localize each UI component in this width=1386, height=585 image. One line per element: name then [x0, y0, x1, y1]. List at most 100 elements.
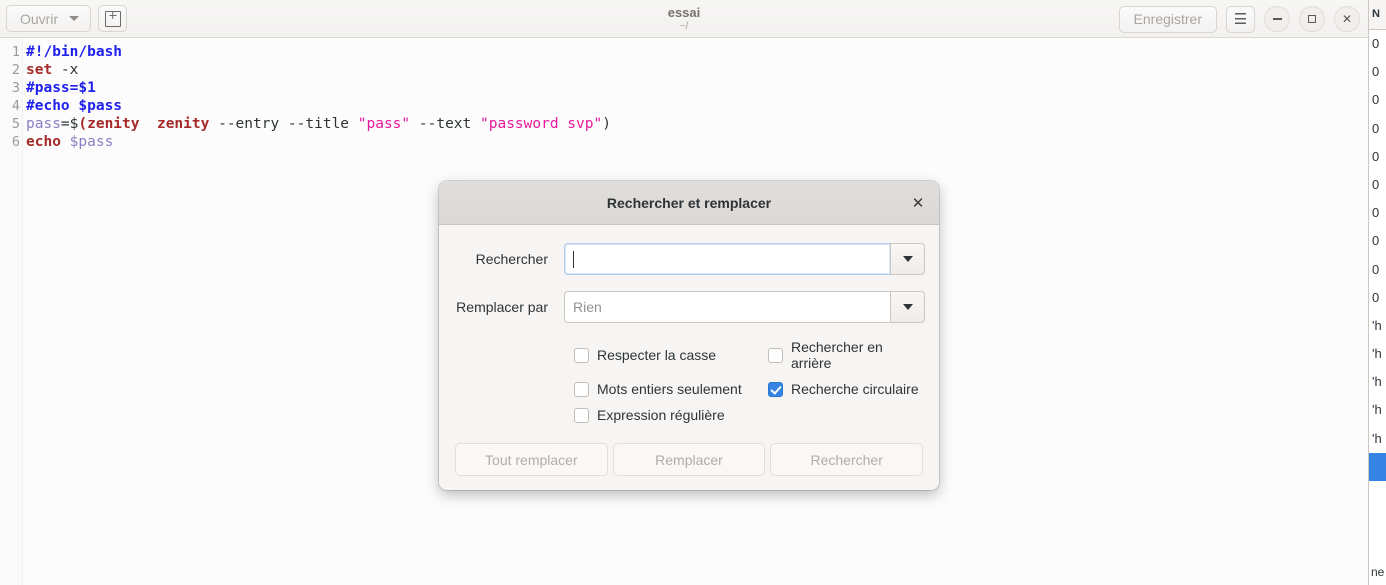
- code-token: "password svp": [480, 116, 603, 132]
- dialog-title: Rechercher et remplacer: [606, 194, 772, 211]
- background-window-row[interactable]: 'h: [1369, 312, 1386, 340]
- replace-combo[interactable]: Rien: [564, 291, 925, 323]
- option-label: Respecter la casse: [597, 347, 717, 363]
- save-button[interactable]: Enregistrer: [1118, 5, 1217, 33]
- background-window-row[interactable]: 0: [1369, 86, 1386, 114]
- open-button-label: Ouvrir: [20, 10, 59, 27]
- code-line-text: set -x: [26, 61, 78, 79]
- button-label: Rechercher: [810, 451, 883, 468]
- background-window-row[interactable]: 0: [1369, 143, 1386, 171]
- code-token: set: [26, 62, 53, 78]
- checkbox-checked-icon[interactable]: [768, 381, 783, 397]
- background-window-row-selected[interactable]: [1369, 452, 1386, 481]
- background-window-row[interactable]: 0: [1369, 58, 1386, 86]
- open-button[interactable]: Ouvrir: [6, 5, 92, 32]
- close-icon: ✕: [911, 194, 925, 212]
- replace-input[interactable]: Rien: [564, 291, 890, 323]
- option-label: Rechercher en arrière: [791, 339, 883, 371]
- background-window[interactable]: N 0 0 0 0 0 0 0 0 0 0'h'h'h'h'h ne: [1368, 0, 1386, 585]
- code-line: 1 #!/bin/bash: [0, 43, 1368, 61]
- chevron-down-icon: [902, 304, 913, 310]
- replace-history-dropdown-button[interactable]: [890, 291, 925, 323]
- code-line: 6 echo $pass: [0, 133, 1368, 151]
- search-options-group: Respecter la casse Rechercher en arrière M…: [574, 339, 925, 423]
- background-window-row[interactable]: 0: [1369, 171, 1386, 199]
- search-input[interactable]: [564, 243, 890, 275]
- code-token: ): [602, 116, 611, 132]
- option-respecter-la-casse[interactable]: Respecter la casse: [574, 339, 768, 371]
- header-bar-left-group: Ouvrir: [6, 5, 128, 32]
- code-line: 4 #echo $pass: [0, 97, 1368, 115]
- background-window-row[interactable]: 'h: [1369, 340, 1386, 368]
- checkbox-unchecked-icon[interactable]: [574, 381, 589, 397]
- code-line-text: echo $pass: [26, 133, 113, 151]
- line-number: 4: [11, 98, 20, 114]
- close-window-button[interactable]: ✕: [1334, 6, 1360, 32]
- code-token: pass: [26, 116, 61, 132]
- tout-remplacer-button: Tout remplacer: [455, 443, 608, 476]
- text-cursor: [573, 250, 574, 268]
- code-token: -x: [52, 62, 79, 78]
- chevron-down-icon: [69, 16, 80, 21]
- window-title: essai: [667, 4, 701, 20]
- code-token: #echo $pass: [26, 98, 123, 114]
- line-number: 2: [11, 62, 20, 78]
- option-label: Mots entiers seulement: [597, 381, 742, 397]
- option-expression-r-guli-re[interactable]: Expression régulière: [574, 407, 768, 423]
- background-window-row[interactable]: 0: [1369, 256, 1386, 284]
- rechercher-button: Rechercher: [770, 443, 924, 476]
- code-token: zenity: [156, 116, 210, 132]
- search-field-label: Rechercher: [475, 251, 548, 267]
- code-token: (zenity: [78, 116, 140, 132]
- line-number: 5: [11, 116, 20, 132]
- option-mots-entiers-seulement[interactable]: Mots entiers seulement: [574, 381, 768, 397]
- background-window-row[interactable]: 0: [1369, 284, 1386, 312]
- button-label: Remplacer: [655, 451, 723, 468]
- code-line-text: pass=$(zenity zenity --entry --title "pa…: [26, 115, 611, 133]
- hamburger-menu-button[interactable]: ☰: [1226, 5, 1255, 33]
- option-rechercher-en-arri-re[interactable]: Rechercher en arrière: [768, 339, 925, 371]
- background-window-row[interactable]: 0: [1369, 115, 1386, 143]
- code-content[interactable]: 1 #!/bin/bash 2 set -x 3 #pass=$1 4 #echo $pass…: [0, 38, 1368, 151]
- maximize-button[interactable]: [1299, 6, 1325, 32]
- dialog-body: Rechercher Remplacer par Rien Respecter …: [439, 225, 939, 490]
- background-window-row-list: 0 0 0 0 0 0 0 0 0 0'h'h'h'h'h: [1369, 30, 1386, 481]
- background-window-row[interactable]: 0: [1369, 199, 1386, 227]
- dialog-title-bar: Rechercher et remplacer ✕: [439, 181, 939, 225]
- background-window-row[interactable]: 'h: [1369, 368, 1386, 396]
- code-line: 2 set -x: [0, 61, 1368, 79]
- code-token: "pass": [357, 116, 411, 132]
- code-token: --text: [410, 116, 480, 132]
- header-bar: Ouvrir essai ~/ Enregistrer ☰ ✕: [0, 0, 1368, 38]
- background-window-row[interactable]: 'h: [1369, 396, 1386, 424]
- close-icon: ✕: [1341, 12, 1353, 26]
- replace-field-label: Remplacer par: [456, 299, 548, 315]
- replace-field-row: Remplacer par Rien: [453, 291, 925, 323]
- search-history-dropdown-button[interactable]: [890, 243, 925, 275]
- minimize-button[interactable]: [1264, 6, 1290, 32]
- new-document-button[interactable]: [98, 5, 128, 32]
- dialog-action-buttons: Tout remplacer Remplacer Rechercher: [453, 443, 925, 476]
- code-line: 5 pass=$(zenity zenity --entry --title "p…: [0, 115, 1368, 133]
- checkbox-unchecked-icon[interactable]: [574, 407, 589, 423]
- code-line-text: #!/bin/bash: [26, 43, 122, 61]
- option-recherche-circulaire[interactable]: Recherche circulaire: [768, 381, 925, 397]
- checkbox-unchecked-icon[interactable]: [768, 347, 783, 363]
- background-window-row[interactable]: 0: [1369, 30, 1386, 58]
- search-combo[interactable]: [564, 243, 925, 275]
- background-window-row[interactable]: 0: [1369, 227, 1386, 255]
- code-line: 3 #pass=$1: [0, 79, 1368, 97]
- code-token: --entry --title: [209, 116, 358, 132]
- background-window-row[interactable]: 'h: [1369, 425, 1386, 453]
- background-window-footer: ne: [1369, 559, 1386, 585]
- code-token: #pass=$1: [26, 80, 96, 96]
- code-token: #!/bin/bash: [26, 44, 123, 60]
- checkbox-unchecked-icon[interactable]: [574, 347, 589, 363]
- minimize-icon: [1272, 18, 1282, 20]
- background-window-column-header: N: [1369, 0, 1386, 30]
- dialog-close-button[interactable]: ✕: [907, 192, 929, 214]
- button-label: Tout remplacer: [485, 451, 578, 468]
- header-bar-right-group: Enregistrer ☰ ✕: [1118, 0, 1360, 38]
- window-subtitle: ~/: [679, 20, 689, 32]
- hamburger-menu-icon: ☰: [1233, 11, 1248, 28]
